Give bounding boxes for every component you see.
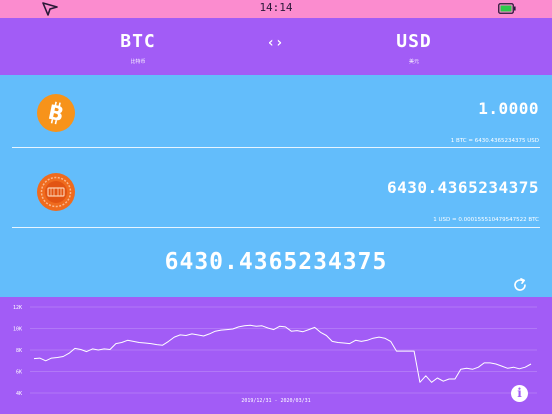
currency-header: BTC 比特币 ‹› USD 美元: [0, 18, 552, 75]
to-amount-value[interactable]: 6430.4365234375: [387, 178, 539, 197]
from-currency-name: 比特币: [130, 59, 146, 65]
converter-panel: B 1.0000 1 BTC = 6430.4365234375 USD 643…: [0, 75, 552, 297]
bitcoin-icon: B: [37, 94, 75, 132]
y-tick-label: 10K: [13, 326, 22, 332]
from-currency-code: BTC: [120, 31, 156, 52]
refresh-icon[interactable]: [512, 277, 528, 293]
y-tick-label: 6K: [16, 369, 22, 375]
price-chart-svg: 4K 6K 8K 10K 12K: [13, 305, 537, 397]
price-chart: 4K 6K 8K 10K 12K 2019/12/31 - 2020/03/31 i: [0, 297, 552, 414]
status-time: 14:14: [259, 1, 293, 14]
swap-currencies-button[interactable]: ‹›: [262, 35, 288, 51]
price-series-line: [33, 324, 532, 383]
chart-date-range: 2019/12/31 - 2020/03/31: [241, 398, 311, 404]
y-tick-label: 12K: [13, 305, 22, 311]
info-icon[interactable]: i: [511, 385, 528, 402]
coin-icon: [37, 173, 75, 211]
from-amount-input[interactable]: 1.0000: [478, 99, 539, 118]
y-tick-label: 4K: [16, 391, 22, 397]
from-currency-selector[interactable]: BTC 比特币: [78, 31, 198, 66]
to-rate-label: 1 USD = 0.000155510479547522 BTC: [433, 217, 539, 223]
conversion-result: 6430.4365234375: [164, 249, 388, 275]
divider: [12, 227, 540, 228]
to-currency-code: USD: [396, 31, 432, 52]
y-tick-label: 8K: [16, 348, 22, 354]
divider: [12, 147, 540, 148]
battery-icon: [498, 3, 516, 14]
to-currency-name: 美元: [408, 59, 419, 65]
status-bar: 14:14: [0, 0, 552, 18]
to-currency-selector[interactable]: USD 美元: [354, 31, 474, 66]
from-rate-label: 1 BTC = 6430.4365234375 USD: [450, 138, 539, 144]
